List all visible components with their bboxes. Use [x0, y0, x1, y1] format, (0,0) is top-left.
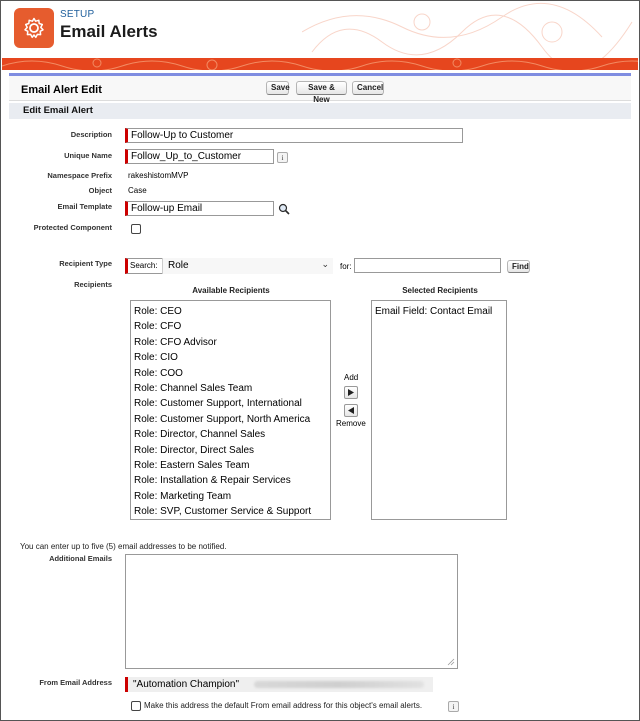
add-button[interactable]	[344, 386, 358, 399]
recipient-search-select[interactable]: Search: Role ⌄	[125, 258, 333, 274]
available-recipient-option[interactable]: Role: Director, Channel Sales	[131, 427, 330, 442]
remove-label: Remove	[336, 419, 366, 428]
page-block-title: Email Alert Edit	[21, 84, 102, 96]
unique-name-input[interactable]: Follow_Up_to_Customer	[125, 149, 274, 164]
redacted-email	[254, 681, 424, 688]
for-search-input[interactable]	[354, 258, 501, 273]
available-recipient-option[interactable]: Role: CEO	[131, 304, 330, 319]
info-icon[interactable]: i	[448, 701, 459, 712]
from-email-label: From Email Address	[39, 678, 112, 687]
available-recipients-list[interactable]: Role: CEO Role: CFO Role: CFO Advisor Role:…	[130, 300, 331, 520]
available-recipient-option[interactable]: Role: Installation & Repair Services	[131, 473, 330, 488]
page-header: SETUP Email Alerts	[2, 2, 640, 59]
namespace-prefix-value: rakeshistomMVP	[128, 171, 189, 180]
header-decoration	[302, 2, 640, 59]
default-from-checkbox[interactable]	[131, 701, 141, 711]
recipient-type-label: Recipient Type	[59, 259, 112, 268]
arrow-right-icon	[348, 389, 354, 396]
selected-recipients-list[interactable]: Email Field: Contact Email	[371, 300, 507, 520]
description-input[interactable]: Follow-Up to Customer	[125, 128, 463, 143]
email-limit-note: You can enter up to five (5) email addre…	[20, 542, 227, 551]
email-template-input[interactable]: Follow-up Email	[125, 201, 274, 216]
available-recipient-option[interactable]: Role: Customer Support, North America	[131, 412, 330, 427]
lookup-icon[interactable]	[278, 202, 290, 215]
find-button[interactable]: Find	[507, 260, 530, 273]
page-title: Email Alerts	[60, 22, 158, 41]
recipients-label: Recipients	[74, 280, 112, 289]
header-band	[2, 58, 638, 70]
breadcrumb[interactable]: SETUP	[60, 9, 94, 20]
remove-button[interactable]	[344, 404, 358, 417]
object-value: Case	[128, 186, 147, 195]
save-button[interactable]: Save	[266, 81, 290, 95]
search-select-box[interactable]: Role ⌄	[162, 258, 333, 274]
from-email-select[interactable]: "Automation Champion"	[125, 677, 433, 692]
available-recipient-option[interactable]: Role: CFO	[131, 319, 330, 334]
gear-icon	[14, 8, 54, 48]
available-recipient-option[interactable]: Role: SVP, Customer Service & Support	[131, 504, 330, 519]
selected-recipient-option[interactable]: Email Field: Contact Email	[372, 304, 506, 319]
additional-emails-label: Additional Emails	[49, 554, 112, 563]
available-recipient-option[interactable]: Role: Customer Support, International	[131, 396, 330, 411]
from-email-value: "Automation Champion"	[133, 679, 240, 690]
available-recipient-option[interactable]: Role: COO	[131, 366, 330, 381]
section-title: Edit Email Alert	[23, 105, 93, 116]
protected-component-checkbox[interactable]	[131, 224, 141, 234]
chevron-down-icon: ⌄	[321, 259, 329, 269]
additional-emails-textarea[interactable]	[125, 554, 458, 669]
available-recipient-option[interactable]: Role: Eastern Sales Team	[131, 458, 330, 473]
save-and-new-button[interactable]: Save & New	[296, 81, 347, 104]
namespace-prefix-label: Namespace Prefix	[47, 171, 112, 180]
arrow-left-icon	[348, 407, 354, 414]
email-template-label: Email Template	[57, 202, 112, 211]
protected-component-label: Protected Component	[33, 223, 112, 232]
available-recipient-option[interactable]: Role: Director, Direct Sales	[131, 443, 330, 458]
object-label: Object	[88, 186, 112, 195]
selected-recipients-header: Selected Recipients	[402, 286, 478, 295]
for-label: for:	[340, 262, 352, 271]
description-label: Description	[70, 130, 112, 139]
info-icon[interactable]: i	[277, 152, 288, 163]
available-recipient-option[interactable]: Role: Marketing Team	[131, 489, 330, 504]
section-header: Edit Email Alert	[9, 103, 631, 119]
unique-name-label: Unique Name	[64, 151, 112, 160]
available-recipients-header: Available Recipients	[192, 286, 270, 295]
search-label: Search:	[130, 261, 158, 270]
available-recipient-option[interactable]: Role: Channel Sales Team	[131, 381, 330, 396]
available-recipient-option[interactable]: Role: CIO	[131, 350, 330, 365]
search-select-value: Role	[168, 260, 189, 271]
cancel-button[interactable]: Cancel	[352, 81, 384, 95]
available-recipient-option[interactable]: Role: CFO Advisor	[131, 335, 330, 350]
default-from-label: Make this address the default From email…	[144, 701, 423, 710]
add-label: Add	[344, 373, 359, 382]
resize-handle-icon[interactable]	[447, 658, 455, 666]
email-alert-edit-frame: SETUP Email Alerts Email Alert Edit Save…	[0, 0, 640, 721]
